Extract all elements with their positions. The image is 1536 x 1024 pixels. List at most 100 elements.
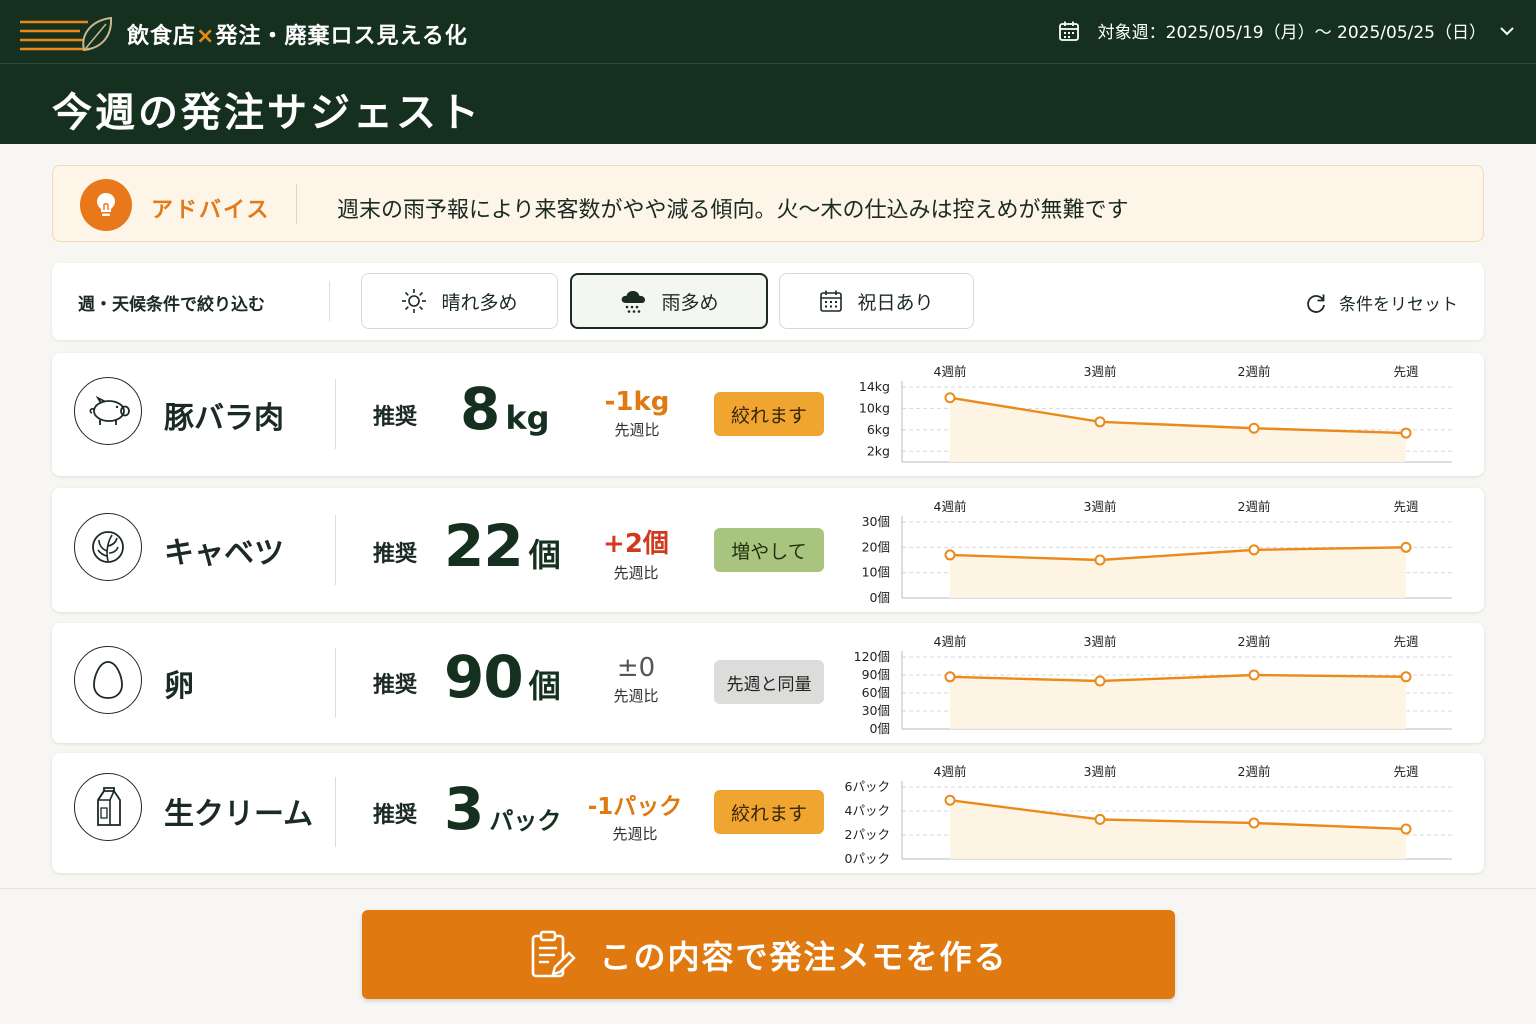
filter-chip-holiday[interactable]: 祝日あり — [779, 273, 974, 329]
trend-point — [944, 549, 956, 561]
week-delta: +2個 先週比 — [581, 523, 691, 583]
y-tick-label: 30個 — [862, 703, 890, 718]
week-label: 4週前 — [934, 364, 967, 379]
app-title-part-b: 発注・廃棄ロス見える化 — [215, 24, 468, 49]
trend-point — [1248, 669, 1260, 681]
delta-label: 先週比 — [612, 825, 658, 843]
y-tick-label: 6パック — [845, 779, 890, 794]
week-delta: -1パック 先週比 — [575, 787, 695, 844]
quantity-value: 22 — [444, 512, 524, 580]
cabbage-icon — [74, 513, 142, 581]
refresh-icon — [1307, 294, 1325, 313]
app-title-part-a: 飲食店 — [127, 24, 197, 49]
filter-chip-label: 晴れ多め — [441, 291, 518, 314]
quantity-value: 3 — [444, 775, 484, 843]
trend-point — [1094, 554, 1106, 566]
rain-cloud-icon — [622, 291, 646, 313]
week-label: 2週前 — [1238, 499, 1271, 514]
item-name: 生クリーム — [164, 797, 314, 832]
trend-point — [1094, 416, 1106, 428]
milk-carton-icon — [74, 773, 142, 841]
advice-divider — [296, 184, 297, 224]
app-title-cross: × — [196, 24, 216, 49]
trend-point — [944, 794, 956, 806]
week-label: 2週前 — [1238, 764, 1271, 779]
trend-point — [1248, 817, 1260, 829]
card-divider — [335, 515, 336, 585]
chevron-down-icon — [1500, 26, 1514, 35]
recommended-quantity: 8 kg — [460, 375, 550, 443]
delta-label: 先週比 — [613, 687, 659, 705]
week-label: 4週前 — [934, 764, 967, 779]
advice-label: アドバイス — [151, 198, 271, 223]
trend-point — [1400, 823, 1412, 835]
trend-point — [1248, 422, 1260, 434]
y-tick-label: 20個 — [862, 539, 890, 554]
week-label: 3週前 — [1084, 499, 1117, 514]
filter-label: 週・天候条件で絞り込む — [78, 295, 265, 315]
item-card-pork-belly[interactable]: 豚バラ肉 推奨 8 kg -1kg 先週比 絞れます 4週前 3週前 2週前 先週 14k… — [52, 353, 1484, 476]
filter-divider — [329, 281, 330, 321]
week-label: 先週 — [1393, 764, 1419, 779]
reset-label: 条件をリセット — [1339, 295, 1458, 315]
trend-point — [1400, 541, 1412, 553]
delta-value: ±0 — [616, 653, 656, 683]
app-title: 飲食店×発注・廃棄ロス見える化 — [127, 18, 468, 50]
y-tick-label: 0パック — [845, 851, 890, 866]
sun-icon — [402, 289, 427, 313]
card-divider — [335, 777, 336, 847]
week-label: 3週前 — [1084, 634, 1117, 649]
create-order-memo-button[interactable]: この内容で発注メモを作る — [362, 910, 1175, 999]
trend-chart: 4週前 3週前 2週前 先週 30個 20個 10個 0個 — [862, 499, 1452, 605]
y-tick-label: 2パック — [845, 827, 890, 842]
delta-label: 先週比 — [613, 564, 659, 582]
status-badge: 絞れます — [714, 392, 824, 436]
week-label: 4週前 — [934, 499, 967, 514]
page-title: 今週の発注サジェスト — [52, 90, 482, 136]
reset-filters-button[interactable]: 条件をリセット — [1305, 290, 1458, 315]
week-delta: ±0 先週比 — [581, 653, 691, 706]
y-tick-label: 90個 — [862, 667, 890, 682]
trend-chart: 4週前 3週前 2週前 先週 14kg 10kg 6kg 2kg — [859, 364, 1452, 463]
quantity-unit: パック — [489, 807, 562, 835]
week-label: 2週前 — [1238, 634, 1271, 649]
recommended-quantity: 22 個 — [444, 512, 561, 580]
trend-point — [944, 392, 956, 404]
filter-bar: 週・天候条件で絞り込む 晴れ多め 雨多め 祝日あり 条件をリセット — [52, 263, 1484, 340]
y-tick-label: 6kg — [867, 422, 890, 437]
quantity-unit: 個 — [528, 536, 561, 574]
item-card-egg[interactable]: 卵 推奨 90 個 ±0 先週比 先週と同量 4週前 3週前 2週前 先週 120個 90個… — [52, 623, 1484, 743]
filter-chip-rainy[interactable]: 雨多め — [570, 273, 768, 329]
recommended-quantity: 90 個 — [444, 643, 561, 711]
y-tick-label: 4パック — [845, 803, 890, 818]
filter-chip-label: 祝日あり — [857, 291, 934, 314]
calendar-icon — [1058, 21, 1079, 41]
y-tick-label: 120個 — [854, 649, 890, 664]
recommend-label: 推奨 — [373, 542, 418, 567]
quantity-unit: 個 — [528, 667, 561, 705]
trend-area — [950, 675, 1406, 729]
quantity-unit: kg — [505, 399, 550, 437]
cta-label: この内容で発注メモを作る — [599, 937, 1008, 976]
y-tick-label: 30個 — [862, 514, 890, 529]
y-tick-label: 0個 — [870, 721, 890, 736]
advice-banner: アドバイス 週末の雨予報により来客数がやや減る傾向。火〜木の仕込みは控えめが無難… — [52, 165, 1484, 242]
card-divider — [335, 379, 336, 449]
leaf-logo-icon — [20, 16, 113, 52]
status-badge: 絞れます — [714, 790, 824, 834]
recommend-label: 推奨 — [373, 405, 418, 430]
item-card-cabbage[interactable]: キャベツ 推奨 22 個 +2個 先週比 増やして 4週前 3週前 2週前 先週 30個 2… — [52, 488, 1484, 612]
item-card-fresh-cream[interactable]: 生クリーム 推奨 3 パック -1パック 先週比 絞れます 4週前 3週前 2週前 先週… — [52, 753, 1484, 873]
week-label: 3週前 — [1084, 364, 1117, 379]
week-label: 4週前 — [934, 634, 967, 649]
filter-chip-sunny[interactable]: 晴れ多め — [361, 273, 558, 329]
week-selector[interactable]: 対象週：2025/05/19（月）〜 2025/05/25（日） — [1058, 18, 1516, 43]
trend-point — [1400, 427, 1412, 439]
week-label: 先週 — [1393, 634, 1419, 649]
quantity-value: 8 — [460, 375, 500, 443]
advice-text: 週末の雨予報により来客数がやや減る傾向。火〜木の仕込みは控えめが無難です — [337, 198, 1129, 223]
y-tick-label: 14kg — [859, 379, 890, 394]
y-tick-label: 10kg — [859, 400, 890, 415]
week-delta: -1kg 先週比 — [582, 387, 692, 440]
delta-value: -1kg — [604, 387, 670, 417]
